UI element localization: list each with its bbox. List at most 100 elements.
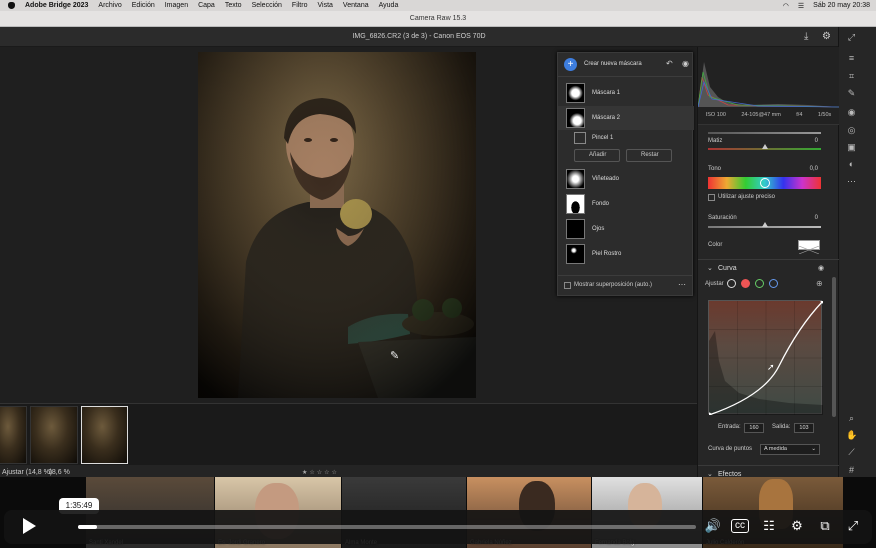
fullscreen-icon[interactable]: ⤢	[843, 516, 863, 536]
volume-icon[interactable]: 🔊	[703, 516, 723, 536]
fit-zoom-label[interactable]: Ajustar (14,8 %)	[2, 469, 52, 476]
tone-picker[interactable]	[760, 178, 770, 188]
curve-title: Curva	[718, 265, 737, 272]
saturation-value[interactable]: 0	[815, 215, 818, 221]
point-curve-value: A medida	[764, 446, 787, 452]
camera-raw-toolbar: IMG_6826.CR2 (3 de 3) - Canon EOS 70D ⤓ …	[0, 27, 838, 47]
create-mask-label[interactable]: Crear nueva máscara	[584, 61, 642, 67]
mask-item-skin[interactable]: Piel Rostro	[558, 242, 694, 266]
menu-filter[interactable]: Filtro	[292, 2, 308, 9]
overlay-checkbox[interactable]	[564, 282, 571, 289]
eye-icon[interactable]: ◉	[818, 264, 824, 272]
more-icon[interactable]: ⋯	[846, 176, 857, 187]
saturation-knob[interactable]	[762, 222, 768, 227]
curve-channel-rgb[interactable]	[727, 279, 736, 288]
input-field[interactable]: 160	[744, 423, 764, 433]
tone-curve-graph[interactable]	[706, 298, 826, 418]
lens-value: 24-105@47 mm	[741, 112, 781, 118]
curve-section-header[interactable]: ⌄ Curva ◉	[698, 259, 839, 275]
masking-icon[interactable]: ◉	[846, 107, 857, 118]
mask-item-eyes[interactable]: Ojos	[558, 217, 694, 241]
healing-brush-icon[interactable]: ✎	[846, 88, 857, 99]
curve-channel-blue[interactable]	[769, 279, 778, 288]
red-eye-icon[interactable]: ◎	[846, 125, 857, 136]
captions-icon[interactable]: cc	[731, 519, 749, 533]
tone-label: Tono	[708, 166, 722, 172]
hue-knob[interactable]	[762, 144, 768, 149]
hue-value[interactable]: 0	[815, 138, 818, 144]
zoom-icon[interactable]: ⌕	[846, 413, 857, 424]
curve-channel-red[interactable]	[741, 279, 750, 288]
picture-in-picture-icon[interactable]: ⧉	[815, 516, 835, 536]
histogram: ISO 100 24-105@47 mm f/4 1/50s	[697, 47, 840, 125]
mask-item-1-label: Máscara 1	[592, 90, 621, 96]
menu-layer[interactable]: Capa	[198, 2, 215, 9]
zoom-level[interactable]: 18,6 %	[48, 469, 70, 476]
point-curve-select[interactable]: A medida ⌄	[760, 444, 820, 455]
play-icon[interactable]	[23, 518, 36, 534]
menu-image[interactable]: Imagen	[165, 2, 188, 9]
transcript-icon[interactable]: ☷	[759, 516, 779, 536]
expand-icon[interactable]: ⤢	[846, 32, 857, 43]
save-icon[interactable]: ⤓	[804, 31, 808, 42]
tool-strip: ⤢ ≡ ⌗ ✎ ◉ ◎ ▣ ◐ ⋯ ⌕ ✋ ⟋ #	[838, 27, 876, 497]
snapshots-icon[interactable]: ▣	[846, 142, 857, 153]
mask-item-2[interactable]: Máscara 2	[558, 106, 694, 130]
masks-panel-header: + Crear nueva máscara ↶ ◉	[558, 53, 692, 77]
rating-stars[interactable]: ★☆☆☆☆	[302, 469, 339, 476]
chevron-down-icon: ⌄	[811, 446, 816, 452]
apple-icon[interactable]	[8, 2, 15, 9]
menu-app-name[interactable]: Adobe Bridge 2023	[25, 2, 88, 9]
fine-adjust-checkbox[interactable]	[708, 194, 715, 201]
mask-item-2-label: Máscara 2	[592, 115, 621, 121]
wifi-icon[interactable]: ◠	[783, 2, 789, 10]
film-thumb-3-selected[interactable]	[81, 406, 128, 464]
mask-item-background[interactable]: Fondo	[558, 192, 694, 216]
film-thumb-2[interactable]	[30, 406, 78, 464]
menu-clock[interactable]: Sáb 20 may 20:38	[813, 2, 870, 9]
mask-item-vignette[interactable]: Viñeteado	[558, 167, 694, 191]
add-button-label: Añadir	[589, 152, 607, 158]
presets-icon[interactable]: ◐	[846, 159, 857, 170]
output-field[interactable]: 103	[794, 423, 814, 433]
menu-file[interactable]: Archivo	[98, 2, 121, 9]
film-thumb-1[interactable]	[0, 406, 27, 464]
undo-mask-icon[interactable]: ↶	[666, 59, 673, 68]
menu-window[interactable]: Ventana	[343, 2, 369, 9]
menu-view[interactable]: Vista	[317, 2, 332, 9]
mask-item-1[interactable]: Máscara 1	[558, 81, 694, 105]
menu-text[interactable]: Texto	[225, 2, 242, 9]
adjustments-panel: ISO 100 24-105@47 mm f/4 1/50s Matiz 0 T…	[697, 47, 840, 497]
target-adjust-icon[interactable]: ⊕	[816, 279, 823, 288]
menu-edit[interactable]: Edición	[132, 2, 155, 9]
grid-icon[interactable]: #	[846, 465, 857, 476]
eyedropper-icon[interactable]: ⟋	[846, 447, 857, 458]
visibility-icon[interactable]: ◉	[682, 59, 689, 68]
fine-adjust-label: Utilizar ajuste preciso	[718, 194, 776, 200]
gear-icon[interactable]: ⚙	[822, 31, 831, 42]
menu-selection[interactable]: Selección	[252, 2, 282, 9]
brush-sub-item[interactable]: Pincel 1	[558, 130, 694, 148]
video-player-controls: 🔊 cc ☷ ⚙ ⧉ ⤢	[0, 505, 876, 548]
menu-help[interactable]: Ayuda	[379, 2, 399, 9]
more-options-icon[interactable]: ⋯	[678, 280, 686, 289]
portrait-photo[interactable]	[198, 52, 476, 398]
panel-scrollbar[interactable]	[832, 277, 836, 417]
crop-icon[interactable]: ⌗	[846, 71, 857, 82]
add-button[interactable]: Añadir	[574, 149, 620, 162]
subtract-button[interactable]: Restar	[626, 149, 672, 162]
control-center-icon[interactable]: ☰	[798, 2, 804, 10]
seek-bar[interactable]	[78, 525, 696, 529]
subtract-button-label: Restar	[641, 152, 659, 158]
chevron-down-icon: ⌄	[707, 265, 713, 272]
hue-label: Matiz	[708, 138, 723, 144]
tone-value[interactable]: 0,0	[810, 166, 818, 172]
curve-channel-green[interactable]	[755, 279, 764, 288]
settings-icon[interactable]: ⚙	[787, 516, 807, 536]
hand-icon[interactable]: ✋	[846, 430, 857, 441]
brush-icon	[574, 132, 586, 144]
create-mask-button[interactable]: +	[564, 58, 577, 71]
edit-sliders-icon[interactable]: ≡	[846, 53, 857, 64]
color-swatch[interactable]	[798, 240, 820, 255]
slider-track[interactable]	[708, 132, 821, 134]
